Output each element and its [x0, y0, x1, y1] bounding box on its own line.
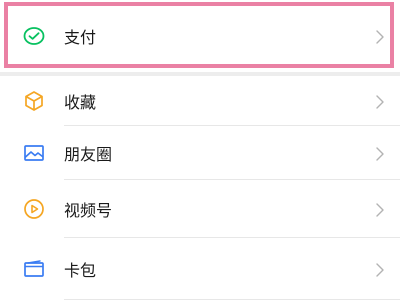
menu-item-cards[interactable]: 卡包	[0, 238, 400, 300]
menu-item-label: 视频号	[64, 201, 113, 220]
menu-item-label: 收藏	[64, 93, 97, 112]
favorites-cube-icon	[22, 89, 46, 113]
menu-item-label: 朋友圈	[64, 145, 113, 164]
menu-item-label: 支付	[64, 28, 97, 47]
menu-item-moments[interactable]: 朋友圈	[0, 126, 400, 180]
chevron-right-icon	[374, 29, 386, 44]
chevron-right-icon	[374, 146, 386, 161]
chevron-right-icon	[374, 202, 386, 217]
menu-item-pay[interactable]: 支付	[0, 0, 400, 72]
moments-picture-icon	[22, 141, 46, 165]
chevron-right-icon	[374, 262, 386, 277]
wechat-pay-icon	[22, 24, 46, 48]
card-wallet-icon	[22, 257, 46, 281]
channels-play-icon	[22, 197, 46, 221]
menu-item-favorites[interactable]: 收藏	[0, 76, 400, 126]
menu-item-label: 卡包	[64, 261, 97, 280]
chevron-right-icon	[374, 94, 386, 109]
menu-item-channels[interactable]: 视频号	[0, 180, 400, 238]
